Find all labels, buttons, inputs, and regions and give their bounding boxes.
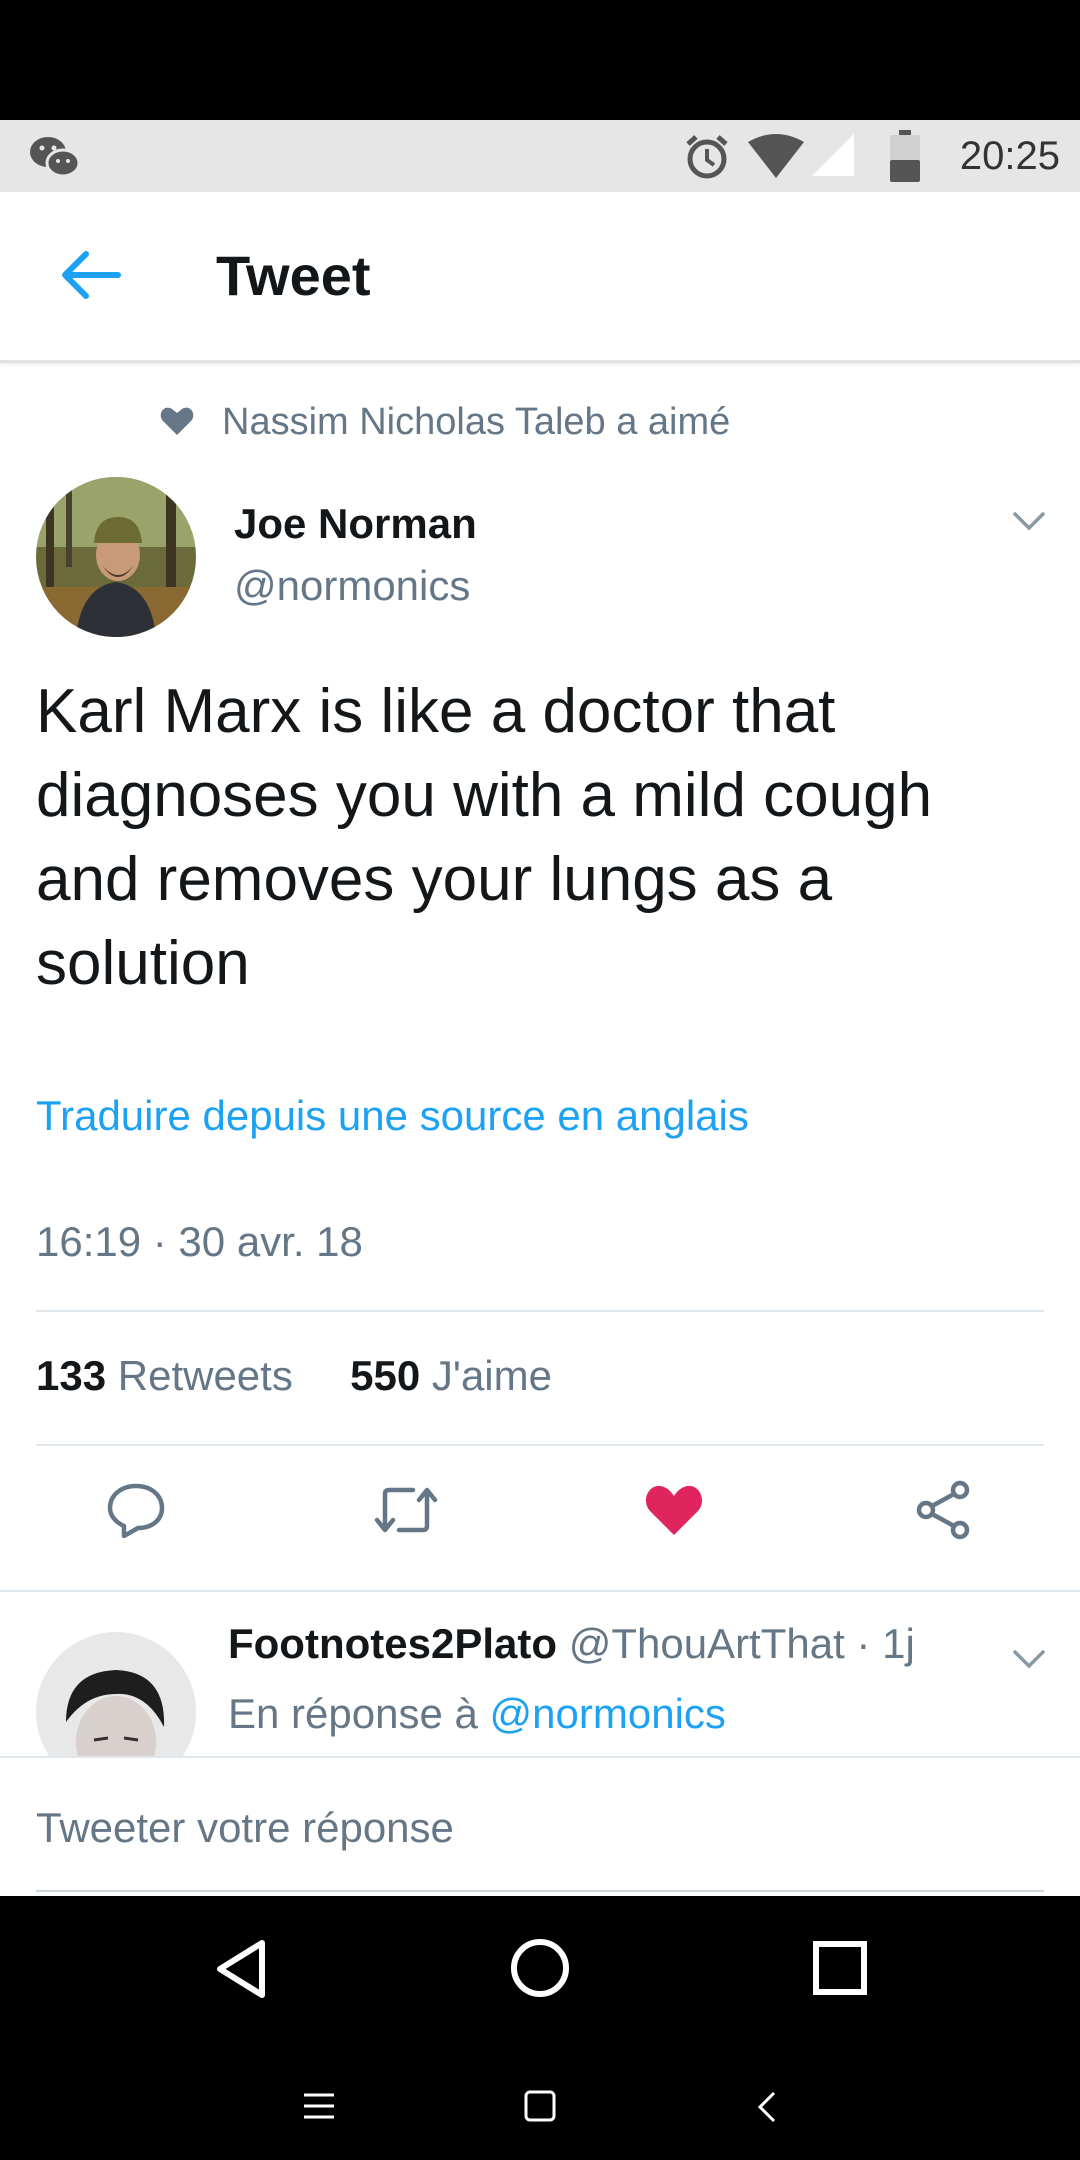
divider bbox=[0, 1590, 1080, 1592]
home-square-icon[interactable] bbox=[524, 2090, 556, 2122]
wechat-icon bbox=[30, 137, 81, 178]
input-underline bbox=[36, 1890, 1044, 1892]
page-title: Tweet bbox=[216, 244, 371, 307]
author-name[interactable]: Joe Norman bbox=[234, 500, 477, 548]
alarm-icon bbox=[686, 135, 728, 179]
share-button[interactable] bbox=[904, 1470, 984, 1550]
battery-icon bbox=[890, 130, 920, 182]
reply-header[interactable]: Footnotes2Plato @ThouArtThat · 1j bbox=[228, 1620, 915, 1668]
author-handle[interactable]: @normonics bbox=[234, 562, 470, 610]
likes-count: 550 bbox=[350, 1352, 421, 1399]
signal-icon bbox=[812, 134, 854, 176]
reply-prefix: En réponse à bbox=[228, 1690, 478, 1737]
reply-composer[interactable]: Tweeter votre réponse bbox=[0, 1756, 1080, 1896]
likes-stat[interactable]: 550 J'aime bbox=[350, 1352, 552, 1399]
reply-icon bbox=[107, 1483, 165, 1538]
top-bar: Tweet bbox=[0, 192, 1080, 363]
tweet-timestamp: 16:19 · 30 avr. 18 bbox=[36, 1218, 363, 1265]
status-bar: 20:25 bbox=[0, 120, 1080, 192]
status-time: 20:25 bbox=[959, 134, 1060, 178]
heart-small-icon bbox=[160, 394, 194, 454]
chevron-down-icon[interactable] bbox=[1012, 510, 1046, 532]
home-circle-icon[interactable] bbox=[510, 1938, 570, 1998]
retweets-count: 133 bbox=[36, 1352, 107, 1399]
share-icon bbox=[916, 1480, 970, 1540]
avatar[interactable] bbox=[36, 477, 196, 637]
tweet-text: Karl Marx is like a doctor that diagnose… bbox=[36, 677, 933, 998]
heart-filled-icon bbox=[645, 1485, 703, 1535]
divider bbox=[36, 1310, 1044, 1312]
navigation-bar bbox=[0, 1896, 1080, 2160]
app-content: Tweet Nassim Nicholas Taleb a aimé Joe N… bbox=[0, 192, 1080, 1896]
like-button[interactable] bbox=[634, 1470, 714, 1550]
retweet-icon bbox=[374, 1487, 438, 1533]
retweet-button[interactable] bbox=[366, 1470, 446, 1550]
mention-link[interactable]: @normonics bbox=[490, 1690, 726, 1737]
recents-square-icon[interactable] bbox=[812, 1940, 868, 1996]
reply-button[interactable] bbox=[96, 1470, 176, 1550]
divider bbox=[36, 1444, 1044, 1446]
retweets-stat[interactable]: 133 Retweets bbox=[36, 1352, 293, 1399]
wifi-icon bbox=[748, 134, 804, 178]
liked-by-text: Nassim Nicholas Taleb a aimé bbox=[222, 401, 731, 443]
reply-handle-time: @ThouArtThat · 1j bbox=[568, 1620, 915, 1667]
reply-author-name: Footnotes2Plato bbox=[228, 1620, 558, 1667]
translate-link[interactable]: Traduire depuis une source en anglais bbox=[36, 1092, 749, 1140]
reply-input[interactable]: Tweeter votre réponse bbox=[36, 1758, 454, 1896]
chevron-down-icon[interactable] bbox=[1012, 1648, 1046, 1670]
back-triangle-icon[interactable] bbox=[214, 1938, 268, 2000]
back-chevron-icon[interactable] bbox=[756, 2090, 778, 2124]
retweets-label: Retweets bbox=[117, 1352, 293, 1399]
in-reply-to: En réponse à @normonics bbox=[228, 1690, 726, 1738]
menu-icon[interactable] bbox=[302, 2092, 336, 2120]
action-bar bbox=[0, 1462, 1080, 1558]
tweet-stats: 133 Retweets 550 J'aime bbox=[36, 1352, 552, 1400]
likes-label: J'aime bbox=[431, 1352, 552, 1399]
social-context[interactable]: Nassim Nicholas Taleb a aimé bbox=[160, 392, 730, 452]
arrow-left-icon[interactable] bbox=[60, 250, 122, 300]
